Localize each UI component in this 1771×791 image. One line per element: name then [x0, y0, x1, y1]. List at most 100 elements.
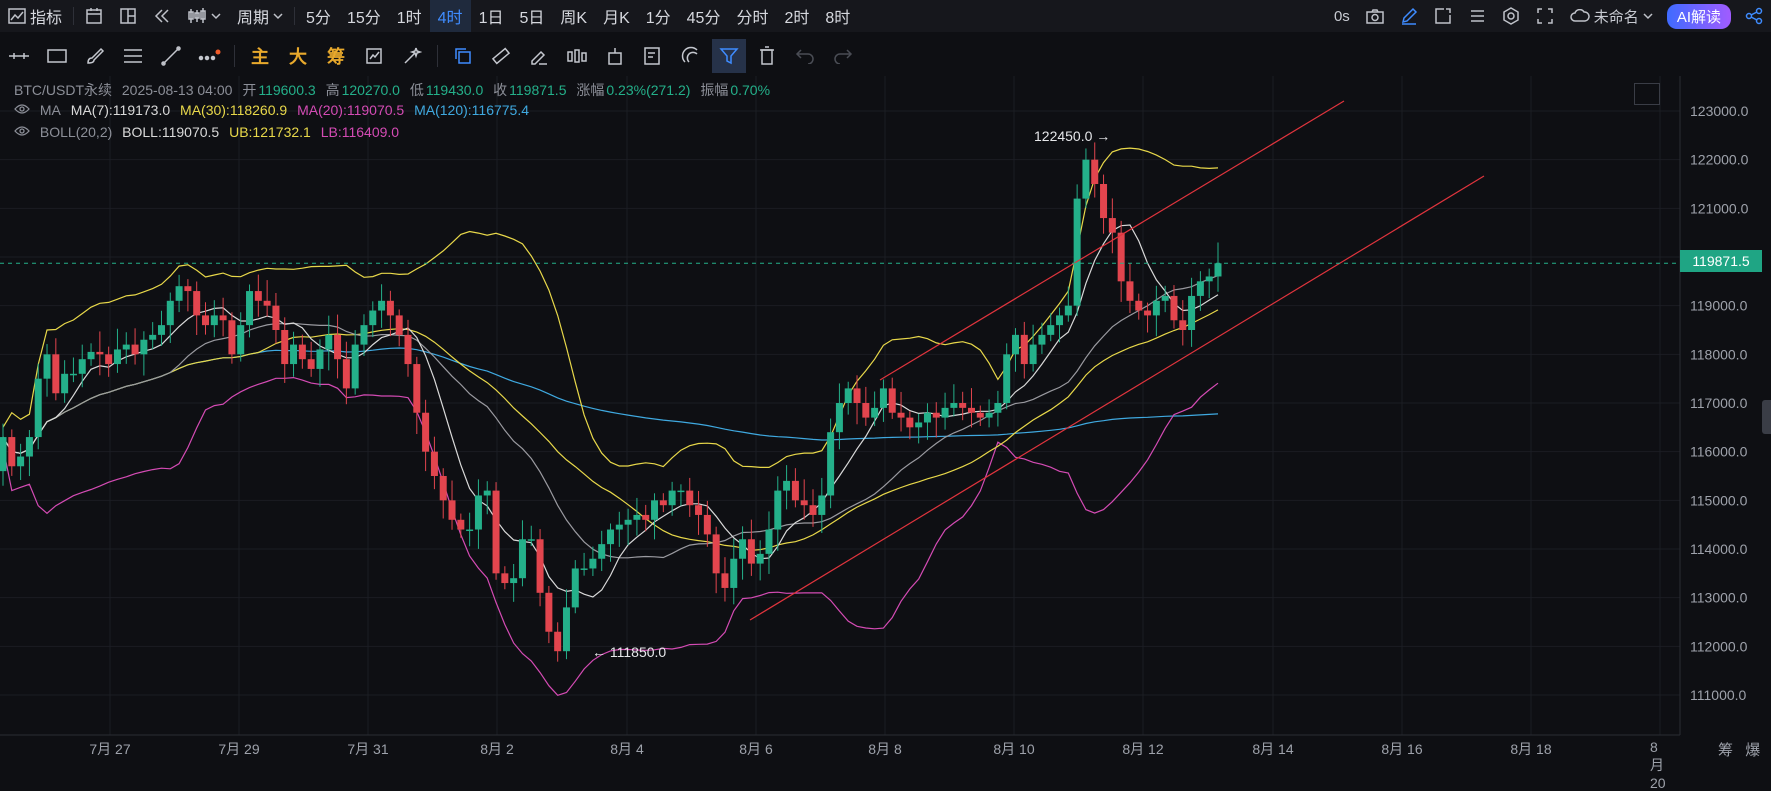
candle — [17, 443, 25, 480]
interval-month[interactable]: 月K — [595, 0, 638, 32]
main-force-button[interactable]: 主 — [243, 39, 277, 73]
chart-type-dropdown[interactable] — [179, 0, 229, 32]
interval-1h[interactable]: 1时 — [389, 0, 430, 32]
countdown: 0s — [1333, 7, 1350, 25]
chip-burst-labels[interactable]: 筹 爆 — [1718, 739, 1760, 760]
candle — [677, 484, 685, 506]
horizontal-line-tool[interactable] — [2, 39, 36, 73]
candlestick-chart[interactable]: 122450.0 → ← 111850.0 123000.0 122000.0 121… — [0, 76, 1771, 761]
candle — [325, 315, 333, 371]
interval-8h[interactable]: 8时 — [817, 0, 858, 32]
interval-5m[interactable]: 5分 — [298, 0, 339, 32]
magnet-tool[interactable] — [674, 39, 708, 73]
indicator-button[interactable]: 指标 — [0, 0, 70, 32]
candle — [571, 560, 579, 614]
candle — [193, 281, 201, 336]
compare-button[interactable] — [357, 39, 391, 73]
filter-tool[interactable] — [712, 39, 746, 73]
boll-label[interactable]: BOLL(20,2) — [40, 124, 112, 140]
candle — [932, 402, 940, 438]
candle — [800, 479, 808, 520]
candle — [457, 513, 465, 538]
list-settings-button[interactable] — [1460, 0, 1494, 32]
interval-4h[interactable]: 4时 — [429, 0, 471, 32]
candle — [228, 312, 236, 364]
candle — [8, 429, 16, 476]
candle — [809, 489, 817, 527]
trend-line-tool[interactable] — [154, 39, 188, 73]
settings-button[interactable] — [1494, 0, 1528, 32]
drawing-toolbar: 主 大 筹 — [0, 36, 1771, 76]
candle — [281, 317, 289, 383]
lock-tool[interactable] — [598, 39, 632, 73]
note-tool[interactable] — [636, 39, 670, 73]
side-panel-handle[interactable] — [1762, 400, 1771, 434]
parallel-lines-tool[interactable] — [116, 39, 150, 73]
screenshot-button[interactable] — [1358, 0, 1392, 32]
interval-5d[interactable]: 5日 — [511, 0, 552, 32]
interval-timeshare[interactable]: 分时 — [728, 0, 776, 32]
candle — [422, 399, 430, 472]
amplitude-label: 振幅 — [700, 82, 729, 98]
interval-week[interactable]: 周K — [552, 0, 595, 32]
interval-45m[interactable]: 45分 — [679, 0, 729, 32]
candle — [853, 375, 861, 425]
draw-button[interactable] — [1392, 0, 1426, 32]
filter-icon — [719, 46, 739, 66]
ma-label[interactable]: MA — [40, 102, 61, 118]
delete-tool[interactable] — [750, 39, 784, 73]
candle — [739, 526, 747, 580]
replay-button[interactable] — [145, 0, 179, 32]
auto-draw-button[interactable] — [395, 39, 429, 73]
candle — [967, 388, 975, 428]
brush-tool[interactable] — [78, 39, 112, 73]
more-tools-button[interactable] — [192, 39, 226, 73]
interval-1d[interactable]: 1日 — [471, 0, 512, 32]
indicator-bars-tool[interactable] — [560, 39, 594, 73]
candle — [818, 477, 826, 533]
eraser-tool[interactable] — [522, 39, 556, 73]
indicator-label: 指标 — [30, 10, 63, 27]
ruler-tool[interactable] — [484, 39, 518, 73]
eye-icon[interactable] — [14, 103, 30, 115]
period-dropdown[interactable]: 周期 — [229, 0, 291, 32]
x-tick-label: 8月 20 — [1650, 739, 1666, 791]
candle — [1003, 343, 1011, 410]
ai-interpret-button[interactable]: AI解读 — [1666, 3, 1731, 29]
interval-1m[interactable]: 1分 — [638, 0, 679, 32]
ma30-value: MA(30):118260.9 — [180, 102, 288, 118]
layout-name-dropdown[interactable]: 未命名 — [1562, 0, 1661, 32]
fullscreen-window-button[interactable] — [1426, 0, 1460, 32]
redo-button[interactable] — [826, 39, 860, 73]
copy-tool[interactable] — [446, 39, 480, 73]
chip-button[interactable]: 筹 — [319, 39, 353, 73]
candle — [1161, 285, 1169, 313]
interval-2h[interactable]: 2时 — [776, 0, 817, 32]
expand-button[interactable] — [1528, 0, 1562, 32]
candle — [1214, 242, 1222, 292]
big-order-button[interactable]: 大 — [281, 39, 315, 73]
candle — [554, 622, 562, 662]
high-label: 高 — [325, 82, 340, 98]
candle — [536, 529, 544, 607]
interval-15m[interactable]: 15分 — [339, 0, 389, 32]
candle — [598, 530, 606, 572]
candle — [413, 356, 421, 434]
horizontal-line-icon — [8, 50, 30, 62]
candle — [712, 526, 720, 594]
gear-icon — [1502, 7, 1520, 25]
candle — [941, 392, 949, 430]
layout-button[interactable] — [111, 0, 145, 32]
x-tick-label: 8月 4 — [610, 741, 644, 757]
candle — [351, 330, 359, 395]
expand-icon — [1536, 7, 1554, 25]
share-button[interactable] — [1737, 0, 1771, 32]
collapse-button[interactable] — [1634, 83, 1660, 105]
chip-label[interactable]: 筹 — [1718, 742, 1733, 759]
calendar-button[interactable] — [77, 0, 111, 32]
undo-button[interactable] — [788, 39, 822, 73]
burst-label[interactable]: 爆 — [1745, 742, 1760, 759]
chevron-down-icon — [1643, 12, 1653, 20]
eye-icon[interactable] — [14, 125, 30, 137]
rectangle-tool[interactable] — [40, 39, 74, 73]
